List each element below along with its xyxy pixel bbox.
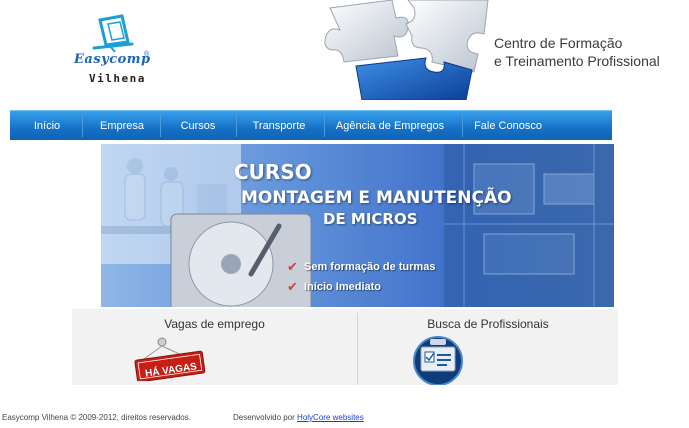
banner-heading: CURSO <box>234 160 312 184</box>
banner-feature: Início Imediato <box>304 281 382 293</box>
footer-developer: Desenvolvido por HolyCore websites <box>233 413 364 422</box>
professionals-box[interactable]: Busca de Profissionais <box>358 309 618 385</box>
footer-developed-by-label: Desenvolvido por <box>233 413 295 422</box>
nav-separator <box>236 115 237 137</box>
nav-item-cursos[interactable]: Cursos <box>168 111 228 141</box>
logo[interactable]: Easycomp ® Vilhena <box>70 14 165 92</box>
developer-link[interactable]: HolyCore websites <box>297 413 364 422</box>
nav-item-agencia-de-empregos[interactable]: Agência de Empregos <box>328 111 452 141</box>
banner-title-line-2: DE MICROS <box>323 210 418 228</box>
nav-item-fale-conosco[interactable]: Fale Conosco <box>468 111 548 141</box>
nav-separator <box>462 115 463 137</box>
logo-city: Vilhena <box>89 72 146 85</box>
circuit-board-image <box>444 144 614 307</box>
id-badge-icon[interactable] <box>410 335 466 385</box>
main-navigation: Início Empresa Cursos Transporte Agência… <box>10 110 612 140</box>
feature-boxes: Vagas de emprego HÁ VAGAS Busca de Profi… <box>72 309 618 385</box>
course-banner[interactable]: CURSO MONTAGEM E MANUTENÇÃO DE MICROS ✔ … <box>101 144 614 307</box>
banner-feature: Sem formação de turmas <box>304 261 436 273</box>
registered-mark: ® <box>144 51 150 58</box>
footer-copyright: Easycomp Vilhena © 2009-2012, direitos r… <box>2 413 191 422</box>
tagline-line-2: e Treinamento Profissional <box>494 53 660 69</box>
jobs-box[interactable]: Vagas de emprego HÁ VAGAS <box>72 309 357 385</box>
footer: Easycomp Vilhena © 2009-2012, direitos r… <box>0 411 689 428</box>
nav-separator <box>160 115 161 137</box>
checkmark-icon: ✔ <box>287 279 298 294</box>
professionals-box-title: Busca de Profissionais <box>427 317 549 331</box>
puzzle-pieces-image <box>324 0 489 100</box>
tagline: Centro de Formação e Treinamento Profiss… <box>494 34 660 70</box>
logo-brand: Easycomp <box>74 52 151 67</box>
computer-logo-icon <box>92 14 134 53</box>
checkmark-icon: ✔ <box>287 259 298 274</box>
jobs-box-title: Vagas de emprego <box>164 317 265 331</box>
nav-item-transporte[interactable]: Transporte <box>244 111 314 141</box>
nav-item-inicio[interactable]: Início <box>20 111 74 141</box>
nav-separator <box>324 115 325 137</box>
banner-title-line-1: MONTAGEM E MANUTENÇÃO <box>241 188 512 208</box>
nav-separator <box>82 115 83 137</box>
nav-item-empresa[interactable]: Empresa <box>90 111 154 141</box>
tagline-line-1: Centro de Formação <box>494 35 623 51</box>
header: Easycomp ® Vilhena Centro de Formação e … <box>0 0 689 100</box>
